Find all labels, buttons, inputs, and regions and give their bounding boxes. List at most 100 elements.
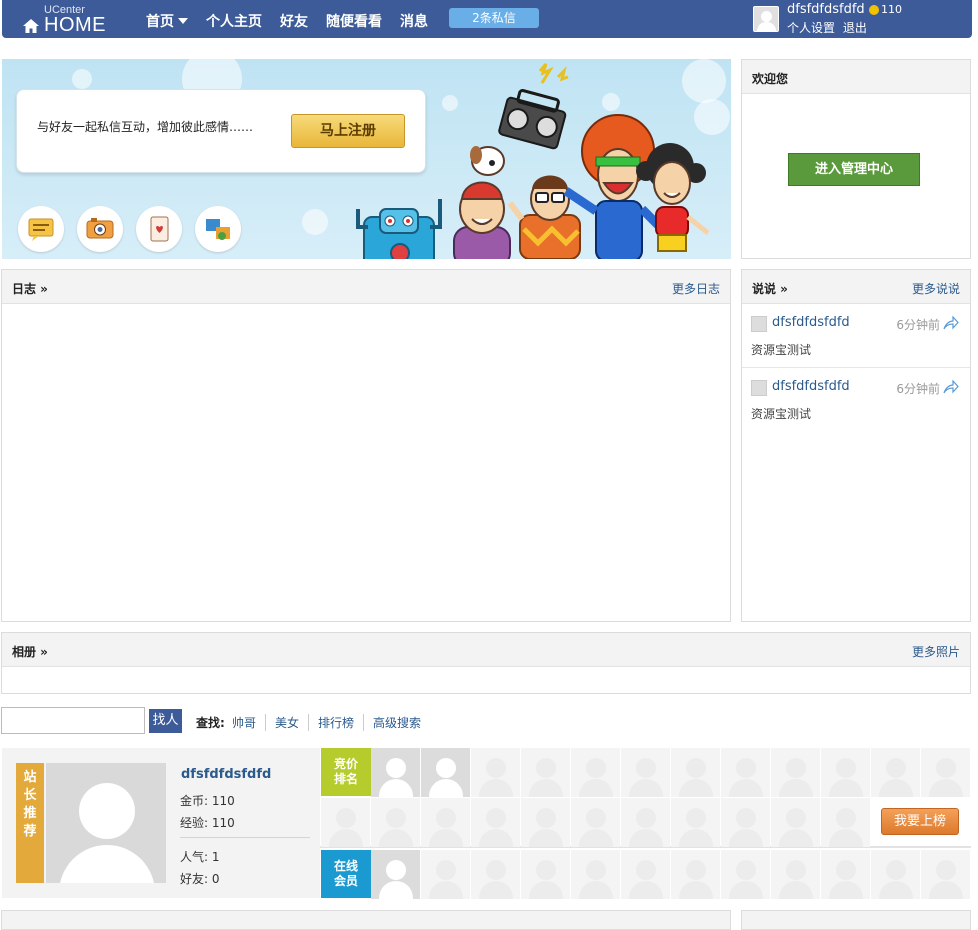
- avatar-placeholder: [721, 748, 770, 797]
- coin-count: 110: [881, 3, 902, 16]
- bottom-panel-right: [741, 910, 971, 930]
- avatar-placeholder: [471, 798, 520, 847]
- avatar-placeholder: [671, 798, 720, 847]
- nav-friends[interactable]: 好友: [280, 11, 308, 31]
- avatar-placeholder: [571, 748, 620, 797]
- avatar[interactable]: [753, 6, 779, 32]
- main-nav: 首页 个人主页 好友 随便看看 消息: [146, 11, 446, 31]
- avatar-placeholder: [621, 850, 670, 899]
- star-user-link[interactable]: dfsfdfdsfdfd: [181, 767, 271, 782]
- talk-content: 资源宝测试: [751, 407, 812, 421]
- avatar-placeholder: [621, 798, 670, 847]
- star-friends: 好友: 0: [180, 872, 220, 886]
- more-talks-link[interactable]: 更多说说: [912, 280, 960, 297]
- logo-home-text: HOME: [44, 14, 106, 36]
- find-links: 帅哥 美女 排行榜 高级搜索: [232, 714, 430, 731]
- nav-profile[interactable]: 个人主页: [206, 11, 262, 31]
- star-coins: 金币: 110: [180, 794, 235, 808]
- nav-home-label: 首页: [146, 14, 174, 30]
- share-icon[interactable]: [943, 380, 959, 394]
- talk-content: 资源宝测试: [751, 343, 812, 357]
- avatar[interactable]: [46, 763, 166, 883]
- welcome-title: 欢迎您: [752, 72, 789, 86]
- camera-icon: [77, 206, 123, 252]
- find-handsome-link[interactable]: 帅哥: [232, 714, 265, 731]
- blog-title[interactable]: 日志 »: [12, 280, 48, 297]
- people-icon: [195, 206, 241, 252]
- home-icon: [23, 19, 39, 33]
- avatar-placeholder: [871, 748, 920, 797]
- admin-center-button[interactable]: 进入管理中心: [788, 153, 920, 186]
- avatar-placeholder: [921, 850, 970, 899]
- online-members-label: 在线会员: [333, 859, 358, 888]
- more-photos-link[interactable]: 更多照片: [912, 643, 960, 660]
- talk-author-link[interactable]: dfsfdfdsfdfd: [772, 379, 850, 394]
- card-icon: [136, 206, 182, 252]
- bid-ranking-ribbon: 竞价排名: [321, 748, 371, 796]
- star-ribbon-label: 站长推荐: [23, 770, 37, 839]
- avatar-placeholder: [571, 850, 620, 899]
- avatar[interactable]: [371, 850, 420, 899]
- nav-messages[interactable]: 消息: [400, 11, 428, 31]
- talk-time: 6分钟前: [896, 382, 940, 396]
- bottom-panel-left: [1, 910, 731, 930]
- avatar-placeholder: [421, 798, 470, 847]
- find-beauty-link[interactable]: 美女: [265, 714, 308, 731]
- join-ranking-button[interactable]: 我要上榜: [881, 808, 959, 835]
- welcome-panel: 欢迎您 进入管理中心: [741, 59, 971, 259]
- cartoon-characters-illustration: [356, 63, 710, 259]
- album-panel: 相册 » 更多照片: [1, 632, 971, 694]
- advanced-search-link[interactable]: 高级搜索: [363, 714, 430, 731]
- message-icon: [18, 206, 64, 252]
- avatar-placeholder: [821, 748, 870, 797]
- avatar-placeholder: [921, 748, 970, 797]
- logout-link[interactable]: 退出: [843, 21, 867, 35]
- star-popularity: 人气: 1: [180, 850, 220, 864]
- avatar-placeholder: [471, 850, 520, 899]
- avatar-placeholder: [621, 748, 670, 797]
- blog-panel: 日志 » 更多日志: [1, 269, 731, 622]
- avatar-placeholder: [721, 798, 770, 847]
- avatar-placeholder: [771, 850, 820, 899]
- avatar-placeholder: [521, 748, 570, 797]
- avatar[interactable]: [751, 380, 767, 396]
- divider: [180, 837, 310, 838]
- avatar[interactable]: [371, 748, 420, 797]
- talk-time: 6分钟前: [896, 318, 940, 332]
- avatar[interactable]: [751, 316, 767, 332]
- promo-banner: 与好友一起私信互动，增加彼此感情…… 马上注册: [2, 59, 731, 259]
- avatar-placeholder: [771, 748, 820, 797]
- site-logo[interactable]: UCenter HOME: [22, 2, 112, 36]
- leaderboard-link[interactable]: 排行榜: [308, 714, 363, 731]
- top-navigation-bar: UCenter HOME 首页 个人主页 好友 随便看看 消息 2条私信 dfs…: [2, 0, 972, 38]
- user-links: 个人设置 退出: [787, 19, 867, 36]
- avatar-placeholder: [821, 850, 870, 899]
- online-members-ribbon: 在线会员: [321, 850, 371, 898]
- avatar-placeholder: [321, 798, 370, 847]
- banner-text: 与好友一起私信互动，增加彼此感情……: [37, 120, 254, 134]
- avatar-placeholder: [521, 798, 570, 847]
- talk-title[interactable]: 说说 »: [752, 280, 788, 297]
- coin-icon: [869, 5, 879, 15]
- avatar-placeholder: [871, 850, 920, 899]
- private-message-badge[interactable]: 2条私信: [449, 8, 539, 28]
- avatar-placeholder: [821, 798, 870, 847]
- album-title[interactable]: 相册 »: [12, 643, 48, 660]
- share-icon[interactable]: [943, 316, 959, 330]
- bid-ranking-label: 竞价排名: [333, 757, 358, 786]
- more-blogs-link[interactable]: 更多日志: [672, 280, 720, 297]
- avatar-placeholder: [521, 850, 570, 899]
- search-input[interactable]: [1, 707, 145, 734]
- nav-home[interactable]: 首页: [146, 11, 188, 31]
- avatar-placeholder: [671, 850, 720, 899]
- nav-explore[interactable]: 随便看看: [326, 11, 382, 31]
- talk-author-link[interactable]: dfsfdfdsfdfd: [772, 315, 850, 330]
- avatar[interactable]: [421, 748, 470, 797]
- user-name-link[interactable]: dfsfdfdsfdfd: [787, 2, 865, 17]
- avatar-placeholder: [721, 850, 770, 899]
- find-people-button[interactable]: 找人: [149, 709, 182, 733]
- settings-link[interactable]: 个人设置: [787, 21, 835, 35]
- avatar-placeholder: [421, 850, 470, 899]
- avatar-placeholder: [571, 798, 620, 847]
- avatar-placeholder: [671, 748, 720, 797]
